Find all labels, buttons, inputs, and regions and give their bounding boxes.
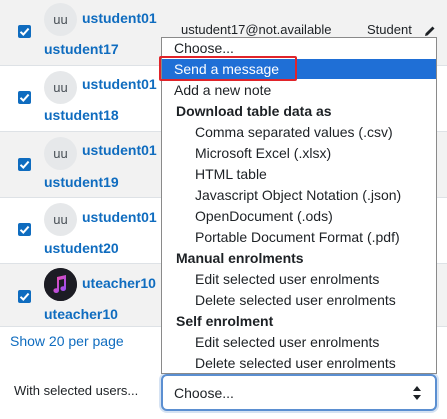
option-download-ods[interactable]: OpenDocument (.ods) xyxy=(162,206,436,226)
user-email: ustudent17@not.available xyxy=(181,22,332,37)
option-download-json[interactable]: Javascript Object Notation (.json) xyxy=(162,185,436,205)
option-download-html[interactable]: HTML table xyxy=(162,164,436,184)
option-download-pdf[interactable]: Portable Document Format (.pdf) xyxy=(162,227,436,247)
row-checkbox[interactable] xyxy=(18,223,31,236)
user-last-name-link[interactable]: ustudent18 xyxy=(44,107,119,123)
user-first-name-link[interactable]: ustudent01 xyxy=(82,76,157,92)
user-last-name-link[interactable]: ustudent17 xyxy=(44,41,119,57)
option-manual-edit[interactable]: Edit selected user enrolments xyxy=(162,269,436,289)
select-value: Choose... xyxy=(174,385,234,401)
with-selected-label: With selected users... xyxy=(14,383,139,398)
music-note-icon[interactable] xyxy=(44,268,77,301)
row-checkbox[interactable] xyxy=(18,158,31,171)
row-checkbox[interactable] xyxy=(18,91,31,104)
option-self-edit[interactable]: Edit selected user enrolments xyxy=(162,332,436,352)
option-manual-delete[interactable]: Delete selected user enrolments xyxy=(162,290,436,310)
option-add-note[interactable]: Add a new note xyxy=(162,80,436,100)
optgroup-download: Download table data as xyxy=(176,103,332,119)
user-first-name-link[interactable]: ustudent01 xyxy=(82,142,157,158)
option-send-message[interactable]: Send a message xyxy=(162,59,436,79)
bulk-action-dropdown: Choose... Send a message Add a new note … xyxy=(161,37,437,374)
avatar[interactable]: uu xyxy=(44,203,77,236)
optgroup-manual-enrolments: Manual enrolments xyxy=(176,250,304,266)
user-first-name-link[interactable]: ustudent01 xyxy=(82,209,157,225)
optgroup-self-enrolment: Self enrolment xyxy=(176,313,274,329)
user-last-name-link[interactable]: uteacher10 xyxy=(44,306,118,322)
option-choose[interactable]: Choose... xyxy=(162,38,436,58)
option-self-delete[interactable]: Delete selected user enrolments xyxy=(162,353,436,373)
avatar[interactable]: uu xyxy=(44,3,77,36)
user-role: Student xyxy=(367,22,412,37)
user-last-name-link[interactable]: ustudent19 xyxy=(44,174,119,190)
row-checkbox[interactable] xyxy=(18,25,31,38)
user-first-name-link[interactable]: ustudent01 xyxy=(82,10,157,26)
chevron-up-down-icon xyxy=(413,385,421,404)
show-per-page-link[interactable]: Show 20 per page xyxy=(10,333,124,349)
avatar[interactable]: uu xyxy=(44,137,77,170)
avatar[interactable]: uu xyxy=(44,71,77,104)
user-first-name-link[interactable]: uteacher10 xyxy=(82,275,156,291)
bulk-action-select[interactable]: Choose... xyxy=(161,374,437,411)
user-last-name-link[interactable]: ustudent20 xyxy=(44,240,119,256)
row-checkbox[interactable] xyxy=(18,290,31,303)
option-download-csv[interactable]: Comma separated values (.csv) xyxy=(162,122,436,142)
option-download-xlsx[interactable]: Microsoft Excel (.xlsx) xyxy=(162,143,436,163)
